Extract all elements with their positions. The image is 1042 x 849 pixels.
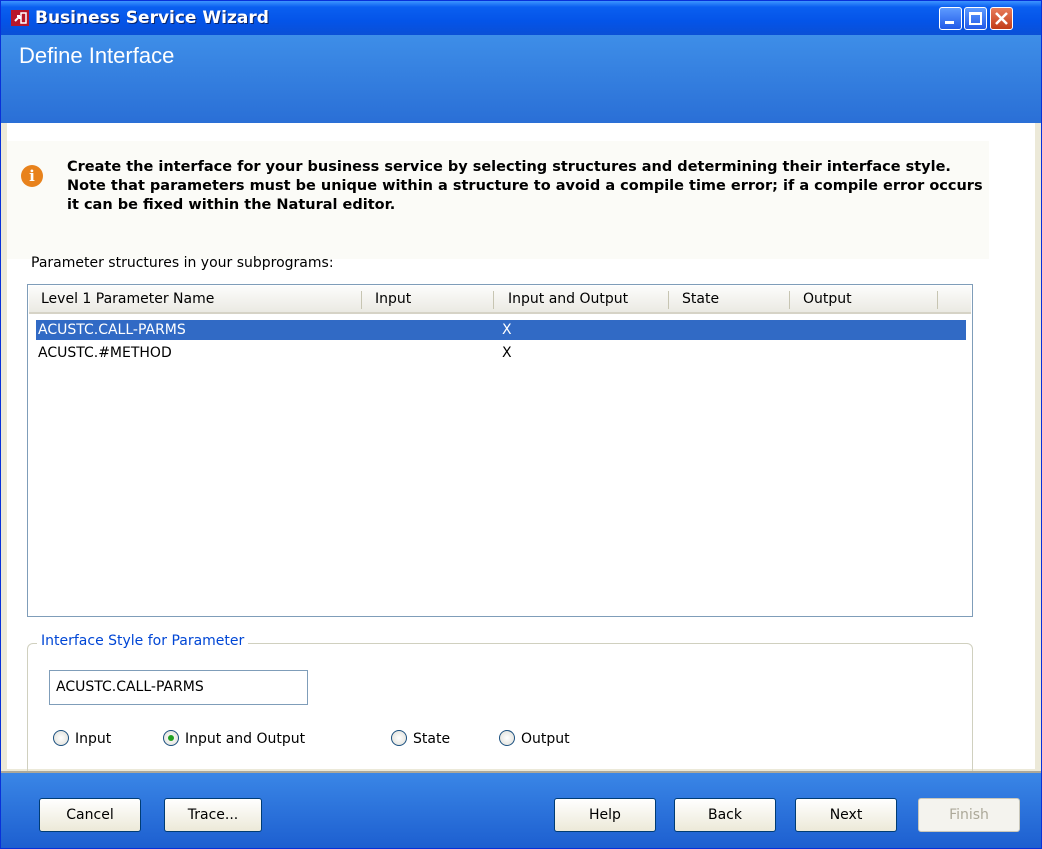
- trace-button[interactable]: Trace...: [164, 798, 262, 832]
- info-icon: i: [21, 165, 43, 187]
- finish-button[interactable]: Finish: [918, 798, 1020, 832]
- next-button[interactable]: Next: [795, 798, 897, 832]
- interface-style-group: [27, 643, 973, 783]
- wizard-app-icon: [11, 10, 29, 26]
- maximize-icon: [969, 12, 982, 25]
- column-separator[interactable]: [668, 291, 669, 309]
- column-separator[interactable]: [493, 291, 494, 309]
- radio-label: Input and Output: [185, 731, 306, 747]
- back-button[interactable]: Back: [674, 798, 776, 832]
- radio-circle: [391, 730, 407, 746]
- column-separator[interactable]: [789, 291, 790, 309]
- radio-label: Output: [521, 731, 570, 747]
- radio-selected-dot: [168, 735, 174, 741]
- column-header-output[interactable]: Output: [793, 286, 939, 312]
- radio-circle: [53, 730, 69, 746]
- cancel-button[interactable]: Cancel: [39, 798, 141, 832]
- maximize-button[interactable]: [964, 7, 987, 30]
- parameter-name-field[interactable]: ACUSTC.CALL-PARMS: [49, 670, 308, 705]
- title-bar[interactable]: Business Service Wizard: [1, 1, 1041, 35]
- close-button[interactable]: [990, 7, 1013, 30]
- column-separator[interactable]: [937, 291, 938, 309]
- parameter-list-label: Parameter structures in your subprograms…: [31, 255, 334, 271]
- page-title: Define Interface: [19, 43, 175, 68]
- list-header: Level 1 Parameter Name Input Input and O…: [29, 286, 971, 314]
- row-input-output: X: [502, 345, 512, 361]
- column-header-input-output[interactable]: Input and Output: [498, 286, 668, 312]
- row-input-output: X: [502, 322, 512, 338]
- table-row[interactable]: ACUSTC.#METHOD X: [36, 343, 966, 363]
- list-label-text: Parameter structures in your subprograms…: [31, 255, 334, 271]
- radio-label: Input: [75, 731, 112, 747]
- column-separator[interactable]: [361, 291, 362, 309]
- radio-circle: [499, 730, 515, 746]
- minimize-button[interactable]: [939, 7, 962, 30]
- row-name: ACUSTC.CALL-PARMS: [38, 322, 186, 338]
- radio-circle: [163, 730, 179, 746]
- column-header-state[interactable]: State: [672, 286, 784, 312]
- row-name: ACUSTC.#METHOD: [38, 345, 172, 361]
- close-icon: [995, 12, 1008, 25]
- info-message: Create the interface for your business s…: [67, 159, 983, 213]
- parameter-list[interactable]: Level 1 Parameter Name Input Input and O…: [27, 284, 973, 617]
- minimize-icon: [945, 21, 954, 24]
- window-title: Business Service Wizard: [35, 8, 269, 28]
- table-row[interactable]: ACUSTC.CALL-PARMS X: [36, 320, 966, 340]
- help-button[interactable]: Help: [554, 798, 656, 832]
- radio-label: State: [413, 731, 451, 747]
- interface-style-title: Interface Style for Parameter: [37, 633, 249, 649]
- column-header-name[interactable]: Level 1 Parameter Name: [31, 286, 361, 312]
- column-header-input[interactable]: Input: [365, 286, 493, 312]
- wizard-window: Business Service Wizard Define Interface…: [0, 0, 1042, 849]
